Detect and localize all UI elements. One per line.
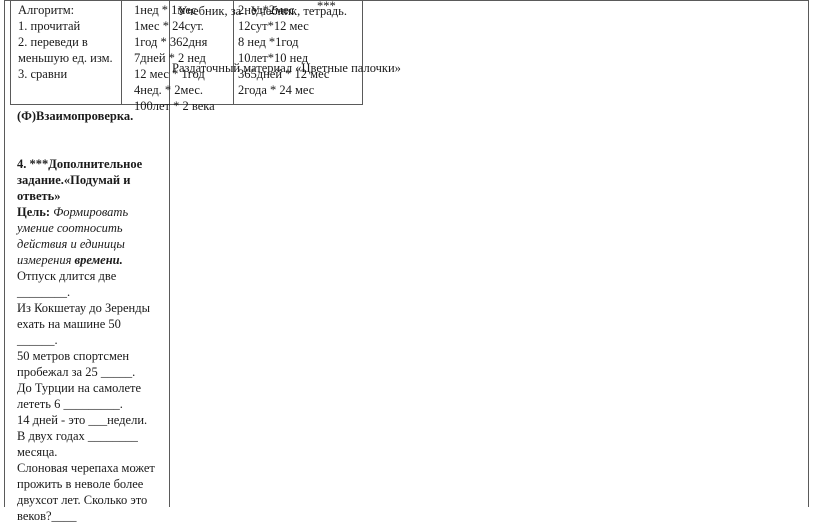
materials-overlay-text: Раздаточный материал «Цветные палочки» bbox=[172, 61, 401, 75]
table-divider-1 bbox=[121, 1, 122, 105]
goal-text: умение соотносить bbox=[17, 221, 123, 235]
goal-text: Формировать bbox=[50, 205, 129, 219]
algorithm-line: 3. сравни bbox=[18, 67, 68, 81]
goal-label: Цель: bbox=[17, 205, 51, 219]
algorithm-line: 2. переведи в bbox=[18, 35, 88, 49]
task-title-line: ответь» bbox=[17, 189, 61, 203]
comparison-line: 1мес * 24сут. bbox=[134, 19, 204, 33]
comparison-line: 12сут*12 мес bbox=[238, 19, 309, 33]
goal-text: измерения bbox=[17, 253, 75, 267]
comparison-line: 8 нед *1год bbox=[238, 35, 299, 49]
comparison-line: 2года * 24 мес bbox=[238, 83, 315, 97]
question-line: 50 метров спортсмен bbox=[17, 349, 130, 363]
question-line: ехать на машине 50 bbox=[17, 317, 121, 331]
question-line: лететь 6 _________. bbox=[17, 397, 123, 411]
question-line: ______. bbox=[17, 333, 58, 347]
goal-line: Цель: Формировать bbox=[17, 204, 165, 220]
question-line: До Турции на самолете bbox=[17, 381, 142, 395]
algorithm-line: 1. прочитай bbox=[18, 19, 81, 33]
stars-overlay-text: *** bbox=[317, 0, 336, 13]
question-line: Слоновая черепаха может bbox=[17, 461, 155, 475]
question-line: веков?____ bbox=[17, 509, 77, 523]
algorithm-line: Алгоритм: bbox=[18, 3, 75, 17]
left-column-content: (Ф)Взаимопроверка. 4. ***Дополнительное … bbox=[17, 108, 165, 524]
mutual-check-heading: (Ф)Взаимопроверка. bbox=[17, 109, 134, 123]
comparison-line: 1год * 362дня bbox=[134, 35, 208, 49]
question-line: месяца. bbox=[17, 445, 58, 459]
question-line: ________. bbox=[17, 285, 71, 299]
question-line: В двух годах ________ bbox=[17, 429, 138, 443]
goal-line: измерения времени. bbox=[17, 252, 165, 268]
question-line: прожить в неволе более bbox=[17, 477, 144, 491]
algorithm-cell: Алгоритм: 1. прочитай 2. переведи в мень… bbox=[18, 2, 113, 82]
question-line: Из Кокшетау до Зеренды bbox=[17, 301, 150, 315]
question-line: пробежал за 25 _____. bbox=[17, 365, 136, 379]
task-title-line: 4. ***Дополнительное bbox=[17, 157, 143, 171]
goal-text: действия и единицы bbox=[17, 237, 125, 251]
question-line: Отпуск длится две bbox=[17, 269, 117, 283]
algorithm-line: меньшую ед. изм. bbox=[18, 51, 113, 65]
comparison-line: 4нед. * 2мес. bbox=[134, 83, 204, 97]
question-line: 14 дней - это ___недели. bbox=[17, 413, 148, 427]
question-line: двухсот лет. Сколько это bbox=[17, 493, 148, 507]
goal-bold-word: времени. bbox=[74, 253, 123, 267]
task-title-line: задание.«Подумай и bbox=[17, 173, 131, 187]
